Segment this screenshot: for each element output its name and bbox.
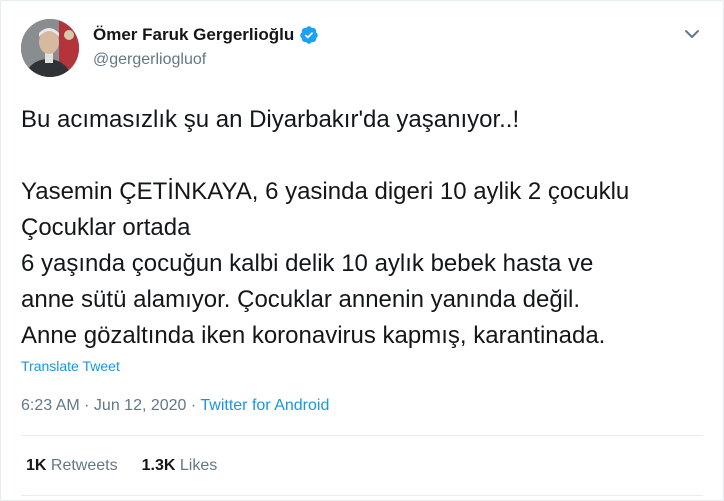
retweets-stat[interactable]: 1K Retweets bbox=[26, 457, 118, 475]
divider bbox=[21, 495, 703, 496]
tweet-source-link[interactable]: Twitter for Android bbox=[200, 397, 329, 414]
tweet-card: Ömer Faruk Gergerlioğlu @gergerliogluof … bbox=[0, 0, 724, 501]
retweets-label: Retweets bbox=[50, 457, 118, 474]
meta-separator: · bbox=[186, 397, 201, 414]
retweets-count: 1K bbox=[26, 457, 47, 474]
tweet-line: Çocuklar ortada bbox=[21, 214, 191, 241]
likes-stat[interactable]: 1.3K Likes bbox=[142, 457, 218, 475]
tweet-line: anne sütü alamıyor. Çocuklar annenin yan… bbox=[21, 286, 581, 313]
tweet-meta: 6:23 AM · Jun 12, 2020 · Twitter for And… bbox=[21, 397, 329, 415]
author-handle[interactable]: @gergerliogluof bbox=[93, 51, 206, 69]
likes-label: Likes bbox=[179, 457, 218, 474]
author-name[interactable]: Ömer Faruk Gergerlioğlu bbox=[93, 25, 294, 45]
avatar-image bbox=[21, 19, 79, 77]
tweet-line: Bu acımasızlık şu an Diyarbakır'da yaşan… bbox=[21, 106, 520, 133]
tweet-line: Yasemin ÇETİNKAYA, 6 yasinda digeri 10 a… bbox=[21, 178, 630, 205]
meta-separator: · bbox=[79, 397, 94, 414]
avatar[interactable] bbox=[21, 19, 79, 77]
translate-tweet-link[interactable]: Translate Tweet bbox=[21, 358, 120, 374]
likes-count: 1.3K bbox=[141, 457, 176, 474]
chevron-down-icon[interactable] bbox=[683, 27, 701, 41]
tweet-stats: 1K Retweets 1.3K Likes bbox=[26, 457, 241, 475]
tweet-line: Anne gözaltında iken koronavirus kapmış,… bbox=[21, 322, 606, 349]
tweet-line: 6 yaşında çocuğun kalbi delik 10 aylık b… bbox=[21, 250, 594, 277]
tweet-time[interactable]: 6:23 AM bbox=[21, 397, 80, 414]
tweet-date[interactable]: Jun 12, 2020 bbox=[94, 397, 187, 414]
verified-badge-icon bbox=[300, 26, 318, 44]
tweet-text: Bu acımasızlık şu an Diyarbakır'da yaşan… bbox=[21, 102, 711, 354]
divider bbox=[21, 435, 703, 436]
